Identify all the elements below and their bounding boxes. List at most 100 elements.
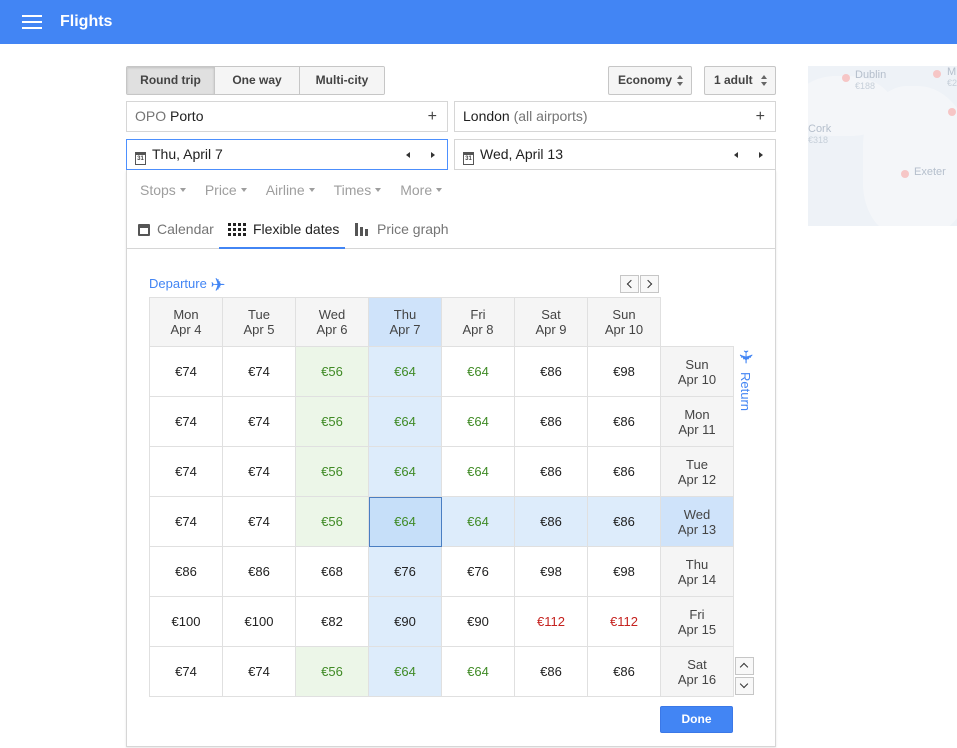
add-origin-icon[interactable]: + [428, 102, 437, 131]
price-cell[interactable]: €74 [222, 646, 296, 697]
price-cell[interactable]: €82 [295, 596, 369, 647]
price-cell[interactable]: €56 [295, 446, 369, 497]
filter-price[interactable]: Price [205, 182, 247, 198]
price-cell[interactable]: €74 [149, 646, 223, 697]
price-cell[interactable]: €86 [587, 646, 661, 697]
price-table: Mon Apr 4 Tue Apr 5 Wed Apr 6 Thu Apr 7 Fri Apr 8… [149, 297, 734, 697]
price-cell[interactable]: €98 [587, 346, 661, 397]
scroll-up-button[interactable] [735, 657, 754, 675]
calendar-icon: 31 [463, 152, 474, 165]
price-cell[interactable]: €90 [441, 596, 515, 647]
price-cell[interactable]: €86 [514, 646, 588, 697]
filter-stops[interactable]: Stops [140, 182, 186, 198]
price-cell[interactable]: €74 [149, 396, 223, 447]
price-cell[interactable]: €64 [441, 446, 515, 497]
price-cell[interactable]: €64 [368, 496, 442, 547]
filter-more[interactable]: More [400, 182, 442, 198]
map-marker [842, 74, 850, 82]
price-cell[interactable]: €86 [514, 496, 588, 547]
return-day-header[interactable]: Thu Apr 14 [660, 546, 734, 597]
tab-calendar[interactable]: Calendar [138, 210, 214, 249]
bar-chart-icon [355, 223, 370, 236]
departure-date-field[interactable]: 31 Thu, April 7 [126, 139, 448, 170]
departure-day-header[interactable]: Fri Apr 8 [441, 297, 515, 347]
scroll-down-button[interactable] [735, 677, 754, 695]
price-cell[interactable]: €98 [514, 546, 588, 597]
price-cell[interactable]: €64 [441, 396, 515, 447]
destination-field[interactable]: London (all airports) + [454, 101, 776, 132]
departure-next-day-icon[interactable] [429, 140, 437, 169]
departure-day-header[interactable]: Mon Apr 4 [149, 297, 223, 347]
passengers-select[interactable]: 1 adult [704, 66, 776, 95]
price-cell[interactable]: €64 [441, 646, 515, 697]
round-trip-button[interactable]: Round trip [127, 67, 215, 94]
price-cell[interactable]: €112 [514, 596, 588, 647]
price-cell[interactable]: €86 [222, 546, 296, 597]
price-cell[interactable]: €76 [441, 546, 515, 597]
departure-day-header[interactable]: Wed Apr 6 [295, 297, 369, 347]
departure-day-header[interactable]: Thu Apr 7 [368, 297, 442, 347]
price-cell[interactable]: €74 [149, 496, 223, 547]
price-cell[interactable]: €56 [295, 496, 369, 547]
done-button[interactable]: Done [660, 706, 733, 733]
price-cell[interactable]: €76 [368, 546, 442, 597]
tab-price-graph[interactable]: Price graph [355, 210, 449, 249]
return-day-header[interactable]: Sat Apr 16 [660, 646, 734, 697]
price-cell[interactable]: €74 [149, 446, 223, 497]
departure-day-header[interactable]: Sun Apr 10 [587, 297, 661, 347]
map-city-exeter: Exeter [914, 166, 946, 178]
departure-day-header[interactable]: Tue Apr 5 [222, 297, 296, 347]
price-cell[interactable]: €90 [368, 596, 442, 647]
price-cell[interactable]: €64 [368, 446, 442, 497]
price-cell[interactable]: €86 [149, 546, 223, 597]
cabin-class-select[interactable]: Economy [608, 66, 692, 95]
price-cell[interactable]: €86 [514, 346, 588, 397]
price-cell[interactable]: €56 [295, 646, 369, 697]
return-date-field[interactable]: 31 Wed, April 13 [454, 139, 776, 170]
price-cell[interactable]: €64 [368, 346, 442, 397]
price-cell[interactable]: €74 [222, 496, 296, 547]
return-day-header[interactable]: Fri Apr 15 [660, 596, 734, 647]
menu-icon[interactable] [22, 15, 42, 29]
return-day-header[interactable]: Wed Apr 13 [660, 496, 734, 547]
price-cell[interactable]: €86 [514, 396, 588, 447]
table-row: €100 €100 €82 €90 €90 €112 €112 Fri Apr 15 [149, 596, 734, 647]
price-cell[interactable]: €86 [587, 446, 661, 497]
next-week-button[interactable] [640, 275, 659, 293]
origin-field[interactable]: OPO Porto + [126, 101, 448, 132]
price-cell[interactable]: €64 [368, 646, 442, 697]
price-cell[interactable]: €64 [441, 496, 515, 547]
add-destination-icon[interactable]: + [756, 102, 765, 131]
return-prev-day-icon[interactable] [733, 140, 741, 169]
return-day-header[interactable]: Tue Apr 12 [660, 446, 734, 497]
price-cell[interactable]: €86 [514, 446, 588, 497]
price-cell[interactable]: €64 [368, 396, 442, 447]
return-next-day-icon[interactable] [757, 140, 765, 169]
price-cell[interactable]: €68 [295, 546, 369, 597]
departure-day-header[interactable]: Sat Apr 9 [514, 297, 588, 347]
tab-flexible-dates[interactable]: Flexible dates [219, 210, 345, 249]
price-cell[interactable]: €86 [587, 496, 661, 547]
return-day-header[interactable]: Mon Apr 11 [660, 396, 734, 447]
price-cell[interactable]: €64 [441, 346, 515, 397]
prev-week-button[interactable] [620, 275, 639, 293]
price-cell[interactable]: €74 [222, 446, 296, 497]
multi-city-button[interactable]: Multi-city [300, 67, 384, 94]
price-cell[interactable]: €56 [295, 346, 369, 397]
price-cell[interactable]: €74 [222, 396, 296, 447]
price-cell[interactable]: €100 [149, 596, 223, 647]
departure-prev-day-icon[interactable] [405, 140, 413, 169]
price-cell[interactable]: €100 [222, 596, 296, 647]
price-cell[interactable]: €74 [149, 346, 223, 397]
price-cell[interactable]: €112 [587, 596, 661, 647]
price-cell[interactable]: €98 [587, 546, 661, 597]
one-way-button[interactable]: One way [215, 67, 300, 94]
map-preview[interactable]: Dublin €188 M €2 Cork €318 Exeter [808, 66, 957, 226]
return-day-header[interactable]: Sun Apr 10 [660, 346, 734, 397]
filter-airline[interactable]: Airline [266, 182, 315, 198]
day-date: Apr 15 [677, 621, 717, 637]
price-cell[interactable]: €56 [295, 396, 369, 447]
filter-times[interactable]: Times [334, 182, 382, 198]
price-cell[interactable]: €86 [587, 396, 661, 447]
price-cell[interactable]: €74 [222, 346, 296, 397]
